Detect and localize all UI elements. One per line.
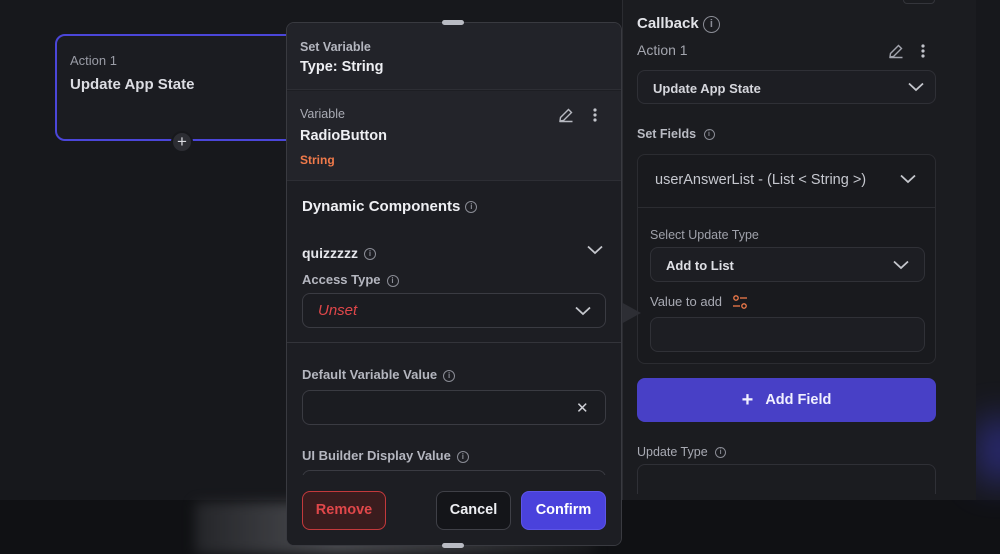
dialog-footer: Remove Cancel Confirm [287,475,621,545]
info-icon[interactable]: i [443,369,456,382]
callback-title-text: Callback [637,15,699,32]
default-value-text: Default Variable Value [302,367,438,382]
info-icon[interactable]: i [715,447,727,459]
default-value-label: Default Variable Value i [302,367,456,382]
ui-builder-text: UI Builder Display Value [302,448,451,463]
info-icon[interactable]: i [456,450,469,463]
add-field-label: Add Field [765,392,832,408]
panel-top-button[interactable] [903,0,935,4]
set-fields-label: Set Fields i [637,127,715,141]
info-icon[interactable]: i [465,201,478,214]
access-type-text: Access Type [302,272,381,287]
info-icon[interactable]: i [702,15,720,33]
divider [638,207,935,208]
default-value-input[interactable]: ✕ [302,390,606,425]
more-vertical-icon[interactable] [591,106,599,124]
update-type-box[interactable] [637,464,936,494]
set-field-card: userAnswerList - (List < String >) Selec… [637,154,936,364]
info-icon[interactable]: i [386,274,399,287]
dynamic-components-title: Dynamic Components i [302,198,478,215]
variable-label: Variable [300,107,345,121]
action-type-select[interactable]: Update App State [637,70,936,104]
cancel-button[interactable]: Cancel [436,491,511,530]
dialog-title: Set Variable [300,40,371,54]
edit-icon[interactable] [557,106,575,124]
chevron-down-icon [575,306,591,316]
background-glow [980,420,1000,480]
add-action-button[interactable]: + [171,131,193,153]
field-name[interactable]: userAnswerList - (List < String >) [655,172,866,188]
popover-pointer [621,302,641,324]
divider [287,342,621,343]
variable-type: String [300,153,335,167]
value-to-add-input[interactable] [650,317,925,352]
plus-icon: + [741,389,754,411]
action-title: Update App State [70,76,195,93]
dialog-header: Set Variable Type: String [287,23,621,90]
chevron-down-icon[interactable] [587,245,603,255]
callback-panel: Callback i Action 1 Update App State Set… [622,0,976,500]
drag-handle-icon[interactable] [442,543,464,548]
chevron-down-icon [893,260,909,270]
update-type-text: Update Type [637,445,708,459]
component-name-text: quizzzzz [302,245,358,261]
update-type-select[interactable]: Add to List [650,247,925,282]
update-type-value: Add to List [666,258,734,273]
select-update-type-label: Select Update Type [650,228,759,242]
callback-title: Callback i [637,15,720,33]
action-card[interactable]: Action 1 Update App State [55,34,305,141]
remove-button[interactable]: Remove [302,491,386,530]
more-vertical-icon[interactable] [919,42,927,60]
variable-settings-icon[interactable] [732,294,748,310]
access-type-label: Access Type i [302,272,399,287]
variable-section: Variable RadioButton String [287,91,621,181]
component-name: quizzzzz i [302,245,376,261]
callback-action-label: Action 1 [637,42,688,58]
plus-icon: + [177,132,187,151]
action-type-value: Update App State [653,81,761,96]
chevron-down-icon[interactable] [900,174,916,184]
drag-handle-icon[interactable] [442,20,464,25]
add-field-button[interactable]: + Add Field [637,378,936,422]
action-number: Action 1 [70,53,117,68]
set-fields-text: Set Fields [637,127,697,141]
edit-icon[interactable] [887,42,905,60]
info-icon[interactable]: i [364,248,376,261]
dialog-type: Type: String [300,59,384,75]
confirm-button[interactable]: Confirm [521,491,606,530]
variable-name: RadioButton [300,128,387,144]
ui-builder-label: UI Builder Display Value i [302,448,469,463]
value-to-add-label: Value to add [650,294,723,309]
access-type-select[interactable]: Unset [302,293,606,328]
update-type-label: Update Type i [637,445,727,459]
chevron-down-icon [908,82,924,92]
info-icon[interactable]: i [703,129,715,141]
access-type-value: Unset [318,302,358,319]
dynamic-components-text: Dynamic Components [302,198,461,215]
close-icon[interactable]: ✕ [576,399,589,417]
set-variable-dialog: Set Variable Type: String Variable Radio… [286,22,622,546]
